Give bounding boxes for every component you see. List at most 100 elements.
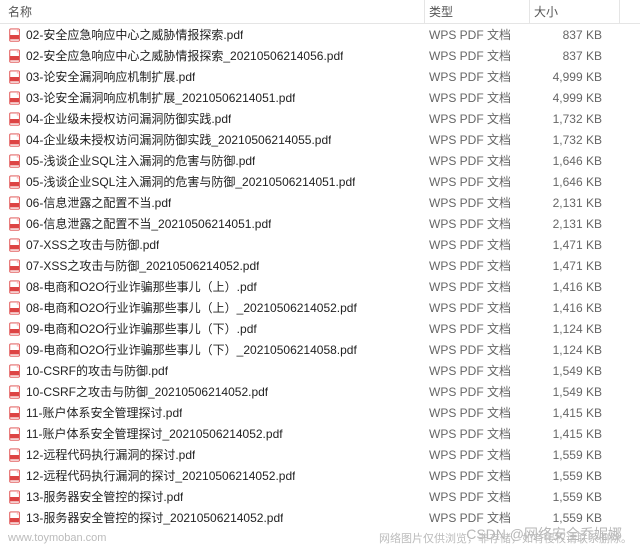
file-name-label: 03-论安全漏洞响应机制扩展.pdf [26,68,195,85]
pdf-file-icon [8,49,22,63]
file-name-label: 13-服务器安全管控的探讨_20210506214052.pdf [26,509,283,526]
file-type-cell: WPS PDF 文档 [425,215,530,232]
file-name-label: 10-CSRF的攻击与防御.pdf [26,362,168,379]
file-row[interactable]: 09-电商和O2O行业诈骗那些事儿（下）_20210506214058.pdf W… [0,339,640,360]
file-name-label: 05-浅谈企业SQL注入漏洞的危害与防御_20210506214051.pdf [26,173,355,190]
file-size-cell: 1,549 KB [530,364,620,378]
file-list: 02-安全应急响应中心之威胁情报探索.pdfWPS PDF 文档837 KB 0… [0,24,640,528]
file-name-label: 02-安全应急响应中心之威胁情报探索_20210506214056.pdf [26,47,343,64]
file-name-cell: 04-企业级未授权访问漏洞防御实践.pdf [0,110,425,127]
file-row[interactable]: 11-账户体系安全管理探讨_20210506214052.pdf WPS PDF … [0,423,640,444]
file-size-cell: 1,549 KB [530,385,620,399]
file-row[interactable]: 04-企业级未授权访问漏洞防御实践_20210506214055.pdf WPS … [0,129,640,150]
pdf-file-icon [8,238,22,252]
pdf-file-icon [8,301,22,315]
file-type-cell: WPS PDF 文档 [425,152,530,169]
pdf-file-icon [8,196,22,210]
file-type-cell: WPS PDF 文档 [425,257,530,274]
file-size-cell: 2,131 KB [530,217,620,231]
file-name-label: 13-服务器安全管控的探讨.pdf [26,488,183,505]
file-size-cell: 1,559 KB [530,448,620,462]
file-row[interactable]: 04-企业级未授权访问漏洞防御实践.pdfWPS PDF 文档1,732 KB [0,108,640,129]
file-name-cell: 07-XSS之攻击与防御.pdf [0,236,425,253]
file-row[interactable]: 03-论安全漏洞响应机制扩展.pdf WPS PDF 文档4,999 KB [0,66,640,87]
file-type-cell: WPS PDF 文档 [425,341,530,358]
file-size-cell: 1,124 KB [530,343,620,357]
file-name-label: 03-论安全漏洞响应机制扩展_20210506214051.pdf [26,89,295,106]
file-name-cell: 03-论安全漏洞响应机制扩展.pdf [0,68,425,85]
file-name-label: 10-CSRF之攻击与防御_20210506214052.pdf [26,383,268,400]
file-row[interactable]: 10-CSRF的攻击与防御.pdfWPS PDF 文档1,549 KB [0,360,640,381]
file-row[interactable]: 06-信息泄露之配置不当_20210506214051.pdf WPS PDF 文… [0,213,640,234]
file-row[interactable]: 08-电商和O2O行业诈骗那些事儿（上）.pdfWPS PDF 文档1,416 … [0,276,640,297]
file-row[interactable]: 09-电商和O2O行业诈骗那些事儿（下）.pdfWPS PDF 文档1,124 … [0,318,640,339]
file-name-cell: 08-电商和O2O行业诈骗那些事儿（上）_20210506214052.pdf [0,299,425,316]
file-name-label: 06-信息泄露之配置不当_20210506214051.pdf [26,215,271,232]
file-name-cell: 06-信息泄露之配置不当.pdf [0,194,425,211]
file-name-cell: 02-安全应急响应中心之威胁情报探索_20210506214056.pdf [0,47,425,64]
file-row[interactable]: 10-CSRF之攻击与防御_20210506214052.pdfWPS PDF … [0,381,640,402]
file-name-label: 11-账户体系安全管理探讨_20210506214052.pdf [26,425,283,442]
file-type-cell: WPS PDF 文档 [425,131,530,148]
file-type-cell: WPS PDF 文档 [425,425,530,442]
file-size-cell: 837 KB [530,49,620,63]
file-size-cell: 1,471 KB [530,259,620,273]
file-name-label: 04-企业级未授权访问漏洞防御实践_20210506214055.pdf [26,131,331,148]
file-name-cell: 02-安全应急响应中心之威胁情报探索.pdf [0,26,425,43]
pdf-file-icon [8,217,22,231]
file-name-cell: 09-电商和O2O行业诈骗那些事儿（下）.pdf [0,320,425,337]
column-header-name[interactable]: 名称 [0,0,425,23]
column-header-type[interactable]: 类型 [425,0,530,23]
file-row[interactable]: 07-XSS之攻击与防御.pdfWPS PDF 文档1,471 KB [0,234,640,255]
pdf-file-icon [8,385,22,399]
file-name-cell: 05-浅谈企业SQL注入漏洞的危害与防御.pdf [0,152,425,169]
file-row[interactable]: 13-服务器安全管控的探讨.pdfWPS PDF 文档1,559 KB [0,486,640,507]
file-type-cell: WPS PDF 文档 [425,47,530,64]
file-row[interactable]: 08-电商和O2O行业诈骗那些事儿（上）_20210506214052.pdf W… [0,297,640,318]
pdf-file-icon [8,490,22,504]
file-size-cell: 1,559 KB [530,469,620,483]
file-row[interactable]: 12-远程代码执行漏洞的探讨_20210506214052.pdfWPS PDF… [0,465,640,486]
column-header-size[interactable]: 大小 [530,0,620,23]
file-size-cell: 1,646 KB [530,154,620,168]
file-name-cell: 04-企业级未授权访问漏洞防御实践_20210506214055.pdf [0,131,425,148]
file-size-cell: 1,415 KB [530,427,620,441]
file-name-cell: 12-远程代码执行漏洞的探讨.pdf [0,446,425,463]
file-name-label: 04-企业级未授权访问漏洞防御实践.pdf [26,110,231,127]
file-size-cell: 1,732 KB [530,112,620,126]
file-row[interactable]: 03-论安全漏洞响应机制扩展_20210506214051.pdf WPS PDF… [0,87,640,108]
file-size-cell: 1,415 KB [530,406,620,420]
file-size-cell: 1,416 KB [530,301,620,315]
file-row[interactable]: 12-远程代码执行漏洞的探讨.pdfWPS PDF 文档1,559 KB [0,444,640,465]
file-name-label: 06-信息泄露之配置不当.pdf [26,194,171,211]
file-name-label: 08-电商和O2O行业诈骗那些事儿（上）_20210506214052.pdf [26,299,357,316]
file-size-cell: 1,646 KB [530,175,620,189]
file-row[interactable]: 11-账户体系安全管理探讨.pdfWPS PDF 文档1,415 KB [0,402,640,423]
file-size-cell: 4,999 KB [530,70,620,84]
file-row[interactable]: 06-信息泄露之配置不当.pdfWPS PDF 文档2,131 KB [0,192,640,213]
pdf-file-icon [8,28,22,42]
file-type-cell: WPS PDF 文档 [425,299,530,316]
file-type-cell: WPS PDF 文档 [425,278,530,295]
file-row[interactable]: 05-浅谈企业SQL注入漏洞的危害与防御_20210506214051.pdfW… [0,171,640,192]
file-name-cell: 10-CSRF的攻击与防御.pdf [0,362,425,379]
file-type-cell: WPS PDF 文档 [425,68,530,85]
file-row[interactable]: 02-安全应急响应中心之威胁情报探索.pdfWPS PDF 文档837 KB [0,24,640,45]
pdf-file-icon [8,343,22,357]
file-name-label: 07-XSS之攻击与防御.pdf [26,236,159,253]
file-row[interactable]: 02-安全应急响应中心之威胁情报探索_20210506214056.pdf WPS… [0,45,640,66]
pdf-file-icon [8,112,22,126]
file-name-label: 09-电商和O2O行业诈骗那些事儿（下）_20210506214058.pdf [26,341,357,358]
file-name-label: 11-账户体系安全管理探讨.pdf [26,404,182,421]
file-name-label: 09-电商和O2O行业诈骗那些事儿（下）.pdf [26,320,257,337]
file-name-cell: 09-电商和O2O行业诈骗那些事儿（下）_20210506214058.pdf [0,341,425,358]
pdf-file-icon [8,154,22,168]
file-name-cell: 05-浅谈企业SQL注入漏洞的危害与防御_20210506214051.pdf [0,173,425,190]
file-type-cell: WPS PDF 文档 [425,26,530,43]
file-row[interactable]: 07-XSS之攻击与防御_20210506214052.pdfWPS PDF 文… [0,255,640,276]
file-name-label: 12-远程代码执行漏洞的探讨_20210506214052.pdf [26,467,295,484]
file-row[interactable]: 05-浅谈企业SQL注入漏洞的危害与防御.pdfWPS PDF 文档1,646 … [0,150,640,171]
file-name-cell: 03-论安全漏洞响应机制扩展_20210506214051.pdf [0,89,425,106]
file-type-cell: WPS PDF 文档 [425,89,530,106]
pdf-file-icon [8,364,22,378]
